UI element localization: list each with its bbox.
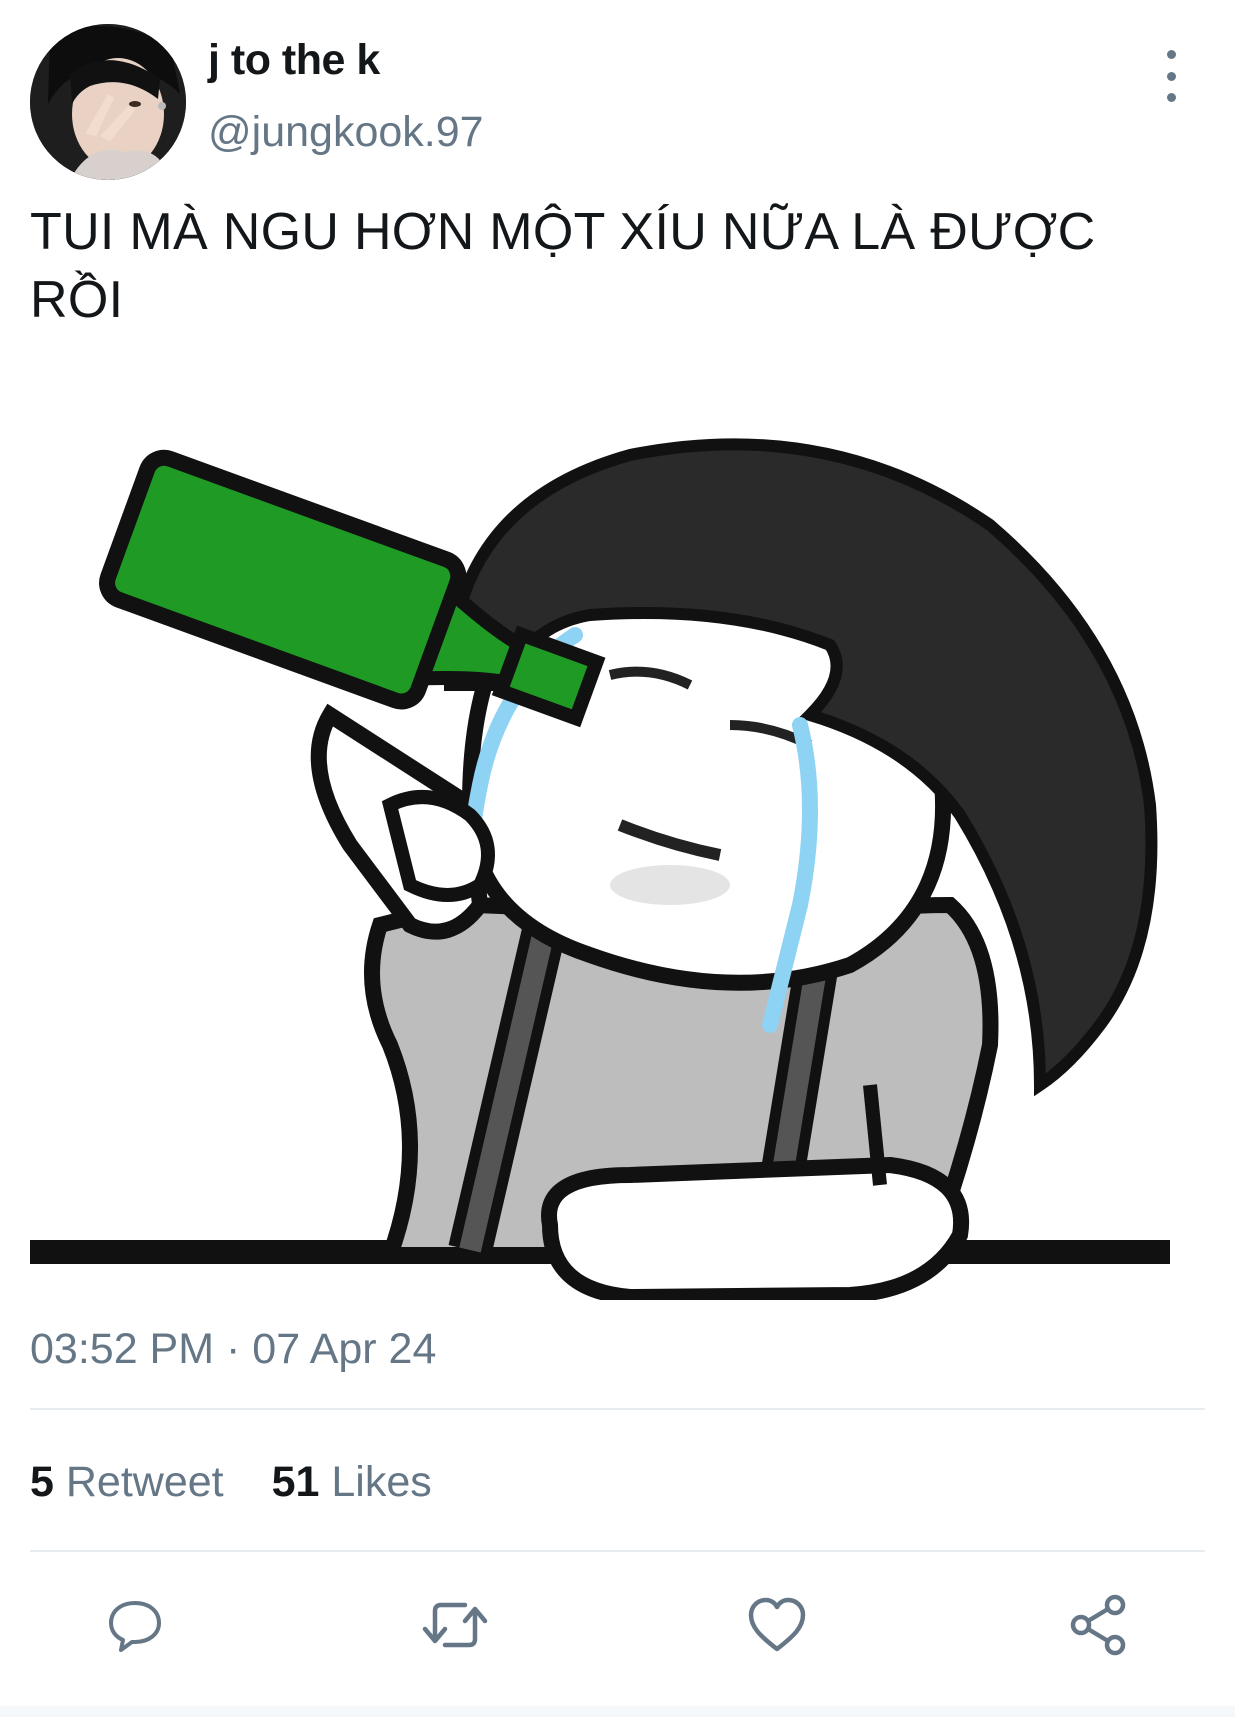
tweet-timestamp[interactable]: 03:52 PM · 07 Apr 24: [30, 1325, 436, 1374]
share-icon: [1070, 1594, 1126, 1656]
more-dot: [1166, 71, 1176, 81]
bottom-divider: [0, 1706, 1235, 1717]
meme-illustration: [30, 438, 1170, 1300]
timestamp-separator: ·: [226, 1325, 241, 1373]
more-dot: [1166, 93, 1176, 102]
tweet-text-line: RỒI: [30, 271, 124, 329]
likes-count: 51: [271, 1458, 320, 1506]
tweet-media-image[interactable]: [30, 385, 1170, 1300]
retweet-button[interactable]: [420, 1590, 490, 1660]
tweet-time: 03:52 PM: [30, 1325, 215, 1373]
share-button[interactable]: [1064, 1590, 1134, 1660]
reply-button[interactable]: [100, 1590, 170, 1660]
tweet-text-line: TUI MÀ NGU HƠN MỘT XÍU NỮA LÀ ĐƯỢC: [30, 203, 1096, 261]
likes-stat[interactable]: 51 Likes: [272, 1458, 432, 1506]
more-options-button[interactable]: [1150, 50, 1192, 102]
retweet-stat[interactable]: 5 Retweet: [30, 1458, 236, 1506]
like-button[interactable]: [742, 1590, 812, 1660]
avatar-photo: [30, 24, 186, 180]
user-handle[interactable]: @jungkook.97: [208, 108, 484, 157]
tweet-stats: 5 Retweet 51 Likes: [30, 1458, 468, 1507]
avatar[interactable]: [30, 24, 186, 180]
comment-icon: [109, 1601, 161, 1652]
retweet-label: Retweet: [65, 1458, 224, 1506]
more-dots-icon: [1166, 50, 1176, 59]
tweet-text: TUI MÀ NGU HƠN MỘT XÍU NỮA LÀ ĐƯỢC RỒI: [30, 198, 1190, 334]
display-name[interactable]: j to the k: [208, 36, 380, 85]
divider: [30, 1550, 1205, 1552]
retweet-icon: [422, 1602, 488, 1648]
retweet-count: 5: [30, 1458, 54, 1506]
heart-icon: [748, 1597, 806, 1652]
tweet-card: j to the k @jungkook.97 TUI MÀ NGU HƠN M…: [0, 0, 1235, 1717]
divider: [30, 1408, 1205, 1410]
likes-label: Likes: [331, 1458, 432, 1506]
tweet-date: 07 Apr 24: [252, 1325, 437, 1373]
